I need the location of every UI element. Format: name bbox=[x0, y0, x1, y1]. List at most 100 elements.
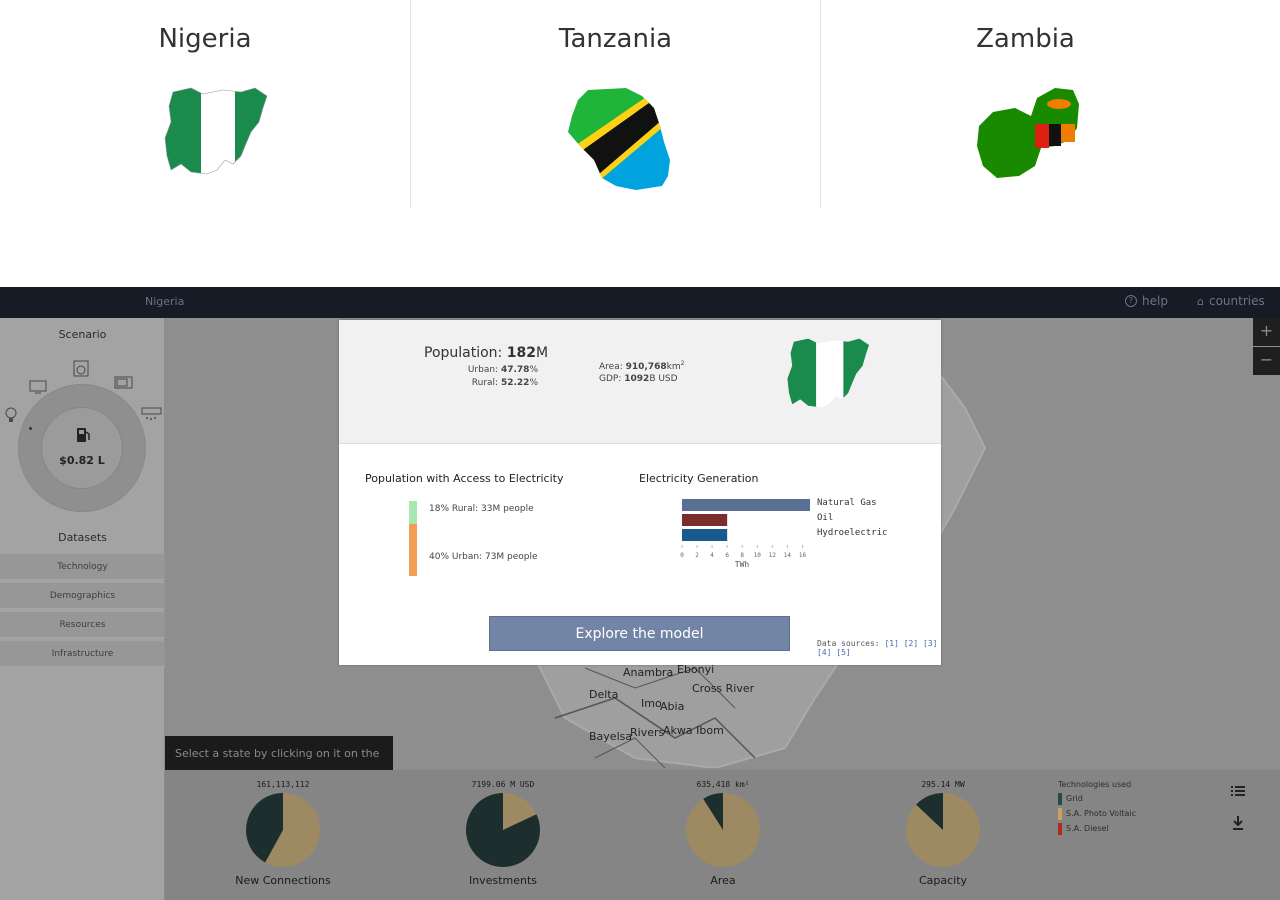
area-unit: km bbox=[666, 362, 681, 372]
country-name: Tanzania bbox=[558, 24, 673, 54]
tick-label: 10 bbox=[754, 552, 762, 559]
datasets-heading: Datasets bbox=[58, 531, 107, 544]
countries-link[interactable]: ⌂ countries bbox=[1197, 294, 1265, 308]
legend-item: Grid bbox=[1058, 791, 1136, 806]
explore-model-button[interactable]: Explore the model bbox=[489, 616, 790, 651]
gen-label-natural-gas: Natural Gas bbox=[817, 498, 877, 508]
air-conditioner-icon[interactable] bbox=[141, 407, 162, 421]
legend-item: S.A. Diesel bbox=[1058, 821, 1136, 836]
stat-area: 635,418 km² Area bbox=[643, 770, 803, 887]
home-icon: ⌂ bbox=[1197, 294, 1204, 308]
source-link[interactable]: [2] bbox=[904, 639, 918, 648]
source-link[interactable]: [5] bbox=[836, 648, 850, 657]
country-card-tanzania[interactable]: Tanzania bbox=[410, 0, 820, 208]
map-label-anambra[interactable]: Anambra bbox=[623, 666, 673, 679]
legend-title: Technologies used bbox=[1058, 780, 1132, 789]
legend-swatch bbox=[1058, 822, 1062, 835]
map-label-cross-river[interactable]: Cross River bbox=[692, 682, 754, 695]
stat-value: 161,113,112 bbox=[256, 780, 310, 789]
map-label-bayelsa[interactable]: Bayelsa bbox=[589, 730, 632, 743]
urban-line: Urban: 47.78% bbox=[388, 365, 538, 375]
nigeria-flag-map-icon bbox=[164, 87, 268, 175]
stat-new-connections: 161,113,112 New Connections bbox=[203, 770, 363, 887]
download-icon[interactable] bbox=[1232, 816, 1244, 830]
legend-label: S.A. Photo Voltaic bbox=[1066, 809, 1137, 818]
legend-item: S.A. Photo Voltaic bbox=[1058, 806, 1136, 821]
technology-legend: Technologies used Grid S.A. Photo Voltai… bbox=[1058, 780, 1136, 836]
percent-sign: % bbox=[529, 365, 538, 375]
dataset-item-infrastructure[interactable]: Infrastructure bbox=[0, 641, 165, 667]
modal-header: Population: 182M Urban: 47.78% Rural: 52… bbox=[339, 320, 941, 444]
source-link[interactable]: [1] bbox=[884, 639, 898, 648]
dial-marker bbox=[29, 427, 32, 430]
area-label: Area: bbox=[599, 362, 623, 372]
population-value: 182 bbox=[506, 345, 536, 361]
sidebar: Scenario $0.82 L Datasets Technology Dem… bbox=[0, 318, 165, 900]
list-icon[interactable] bbox=[1231, 785, 1245, 797]
generation-title: Electricity Generation bbox=[639, 472, 759, 485]
generation-bar bbox=[682, 499, 810, 511]
map-label-akwa-ibom[interactable]: Akwa Ibom bbox=[663, 724, 724, 737]
generation-chart: 0 2 4 6 8 10 12 14 16 TWh bbox=[680, 499, 810, 569]
help-circle-icon: ? bbox=[1125, 295, 1137, 307]
access-title: Population with Access to Electricity bbox=[365, 472, 564, 485]
fuel-pump-icon bbox=[77, 428, 90, 442]
zoom-out-button[interactable]: − bbox=[1253, 347, 1280, 375]
source-link[interactable]: [4] bbox=[817, 648, 831, 657]
pie-chart bbox=[246, 793, 320, 867]
map-label-delta[interactable]: Delta bbox=[589, 688, 618, 701]
access-rural-label: 18% Rural: 33M people bbox=[429, 504, 534, 514]
stat-label: New Connections bbox=[235, 874, 331, 887]
tick-label: 2 bbox=[695, 552, 699, 559]
washing-machine-icon[interactable] bbox=[73, 360, 89, 377]
source-link[interactable]: [3] bbox=[923, 639, 937, 648]
country-chooser: Nigeria Tanzania Zambia bbox=[0, 0, 1280, 210]
stat-capacity: 295.14 MW Capacity bbox=[863, 770, 1023, 887]
area-exponent: 2 bbox=[680, 360, 685, 367]
map-label-imo[interactable]: Imo bbox=[641, 697, 662, 710]
country-card-zambia[interactable]: Zambia bbox=[820, 0, 1230, 208]
gen-label-oil: Oil bbox=[817, 513, 834, 523]
map-label-rivers[interactable]: Rivers bbox=[630, 726, 664, 739]
stat-value: 295.14 bbox=[921, 780, 951, 789]
pie-chart bbox=[686, 793, 760, 867]
area-line: Area: 910,768km2 bbox=[599, 360, 684, 372]
generation-bar bbox=[682, 529, 728, 541]
percent-sign: % bbox=[529, 378, 538, 388]
map-label-abia[interactable]: Abia bbox=[660, 700, 684, 713]
stat-label: Area bbox=[710, 874, 736, 887]
stat-value: 7199.06 bbox=[471, 780, 506, 789]
dataset-item-resources[interactable]: Resources bbox=[0, 612, 165, 638]
x-axis-label: TWh bbox=[735, 560, 750, 569]
population-label: Population: bbox=[424, 345, 503, 361]
access-bar-rural bbox=[409, 501, 417, 524]
sources-label: Data sources: bbox=[817, 639, 880, 648]
gdp-label: GDP: bbox=[599, 374, 622, 384]
population-unit: M bbox=[535, 345, 549, 361]
country-card-nigeria[interactable]: Nigeria bbox=[0, 0, 410, 208]
dataset-item-technology[interactable]: Technology bbox=[0, 554, 165, 580]
legend-label: S.A. Diesel bbox=[1066, 824, 1109, 833]
gdp-line: GDP: 1092B USD bbox=[599, 374, 678, 384]
stat-unit: km² bbox=[735, 780, 750, 789]
tv-icon[interactable] bbox=[29, 380, 47, 394]
access-bar-urban bbox=[409, 524, 417, 576]
summary-panel: 161,113,112 New Connections 7199.06 M US… bbox=[165, 770, 1280, 900]
help-link[interactable]: ? help bbox=[1125, 294, 1168, 308]
generation-bar bbox=[682, 514, 728, 526]
urban-label: Urban: bbox=[467, 365, 499, 375]
rural-label: Rural: bbox=[471, 378, 499, 388]
pie-chart bbox=[465, 793, 540, 867]
lightbulb-icon[interactable] bbox=[4, 406, 18, 424]
microwave-icon[interactable] bbox=[114, 376, 133, 389]
tick-label: 14 bbox=[784, 552, 792, 559]
zoom-in-button[interactable]: + bbox=[1253, 318, 1280, 346]
stat-label: Capacity bbox=[918, 874, 968, 887]
top-navbar: Nigeria ? help ⌂ countries bbox=[0, 287, 1280, 318]
tick-label: 16 bbox=[799, 552, 807, 559]
pie-chart bbox=[906, 793, 980, 867]
dataset-item-demographics[interactable]: Demographics bbox=[0, 583, 165, 609]
zambia-flag-map-icon bbox=[977, 88, 1079, 178]
tick-label: 4 bbox=[710, 552, 714, 559]
tick-label: 12 bbox=[769, 552, 777, 559]
